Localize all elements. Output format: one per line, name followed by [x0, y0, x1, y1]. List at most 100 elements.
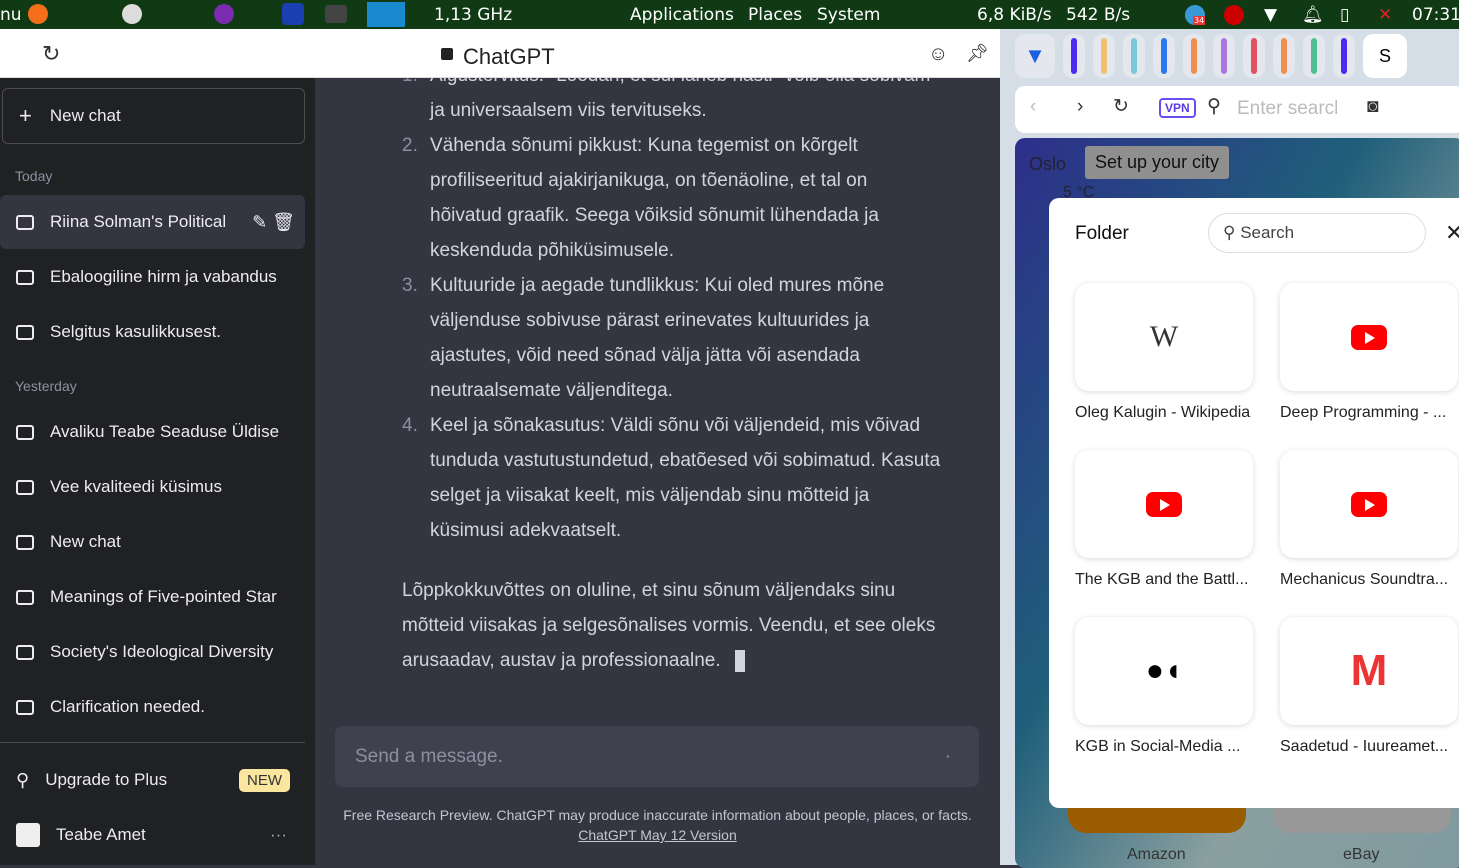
chat-item[interactable]: Ebaloogiline hirm ja vabandus — [0, 250, 305, 304]
version-link[interactable]: ChatGPT May 12 Version — [578, 827, 736, 843]
divider — [0, 742, 305, 743]
chat-item-label: Riina Solman's Political — [50, 212, 227, 231]
browser-tab[interactable] — [1093, 34, 1115, 78]
menu-label[interactable]: nu — [0, 5, 22, 25]
window-title: ChatGPT — [463, 44, 555, 69]
firefox-icon[interactable] — [28, 4, 48, 24]
browser-tab[interactable] — [1063, 34, 1085, 78]
user-menu[interactable]: Teabe Amet ··· — [0, 808, 305, 862]
address-input[interactable]: Enter search — [1237, 98, 1337, 120]
new-chat-button[interactable]: + New chat — [2, 88, 305, 144]
folder-search[interactable]: ⚲ Search — [1208, 213, 1426, 253]
chat-bubble-icon — [16, 324, 34, 340]
lock-icon — [441, 48, 453, 60]
chat-item[interactable]: Clarification needed. — [0, 680, 305, 734]
chat-item-label: Clarification needed. — [50, 697, 205, 716]
upgrade-button[interactable]: ⚲ Upgrade to Plus NEW — [0, 753, 305, 807]
avatar — [16, 823, 40, 847]
browser-tab[interactable] — [1243, 34, 1265, 78]
mute-icon[interactable]: ✕ — [1378, 5, 1392, 25]
speed-dial-tile[interactable] — [1280, 450, 1458, 558]
city-tooltip: Set up your city — [1085, 146, 1230, 179]
browser-tab[interactable] — [1303, 34, 1325, 78]
chat-item[interactable]: Avaliku Teabe Seaduse Üldise — [0, 405, 305, 459]
speed-dial-tile[interactable]: ●◖ — [1075, 617, 1253, 725]
message-line: väljenduse sobivuse pärast erinevates ku… — [430, 310, 870, 331]
send-icon[interactable]: · — [945, 746, 951, 768]
system-menu[interactable]: System — [817, 5, 880, 25]
search-placeholder: Search — [1240, 223, 1295, 242]
camera-icon[interactable]: ◙ — [1367, 96, 1378, 118]
browser-tab[interactable] — [1333, 34, 1355, 78]
places-menu[interactable]: Places — [748, 5, 802, 25]
accessibility-icon[interactable] — [122, 4, 142, 24]
section-yesterday: Yesterday — [15, 378, 77, 394]
forward-icon[interactable]: › — [1077, 96, 1083, 118]
chat-item[interactable]: Selgitus kasulikkusest. — [0, 305, 305, 359]
record-icon[interactable] — [1224, 5, 1244, 25]
chat-bubble-icon — [16, 589, 34, 605]
tile-label: Saadetud - Iuureamet... — [1280, 738, 1449, 755]
chat-item[interactable]: New chat — [0, 515, 305, 569]
footer-text: Free Research Preview. ChatGPT may produ… — [343, 807, 972, 823]
browser-tab[interactable] — [1153, 34, 1175, 78]
chat-item[interactable]: Society's Ideological Diversity — [0, 625, 305, 679]
tor-icon[interactable] — [214, 4, 234, 24]
clock[interactable]: 07:31 — [1412, 5, 1459, 25]
user-icon: ⚲ — [16, 769, 30, 790]
applications-menu[interactable]: Applications — [630, 5, 734, 25]
search-icon: ⚲ — [1223, 223, 1236, 242]
section-today: Today — [15, 168, 53, 184]
message-line: keskenduda põhiküsimusele. — [430, 240, 674, 261]
chat-bubble-icon — [16, 269, 34, 285]
reload-icon[interactable]: ↻ — [1113, 95, 1129, 118]
emoji-icon[interactable]: ☺ — [928, 43, 948, 66]
browser-tab[interactable] — [1213, 34, 1235, 78]
bell-icon[interactable]: 🔔︎ — [1302, 5, 1324, 25]
chat-item[interactable]: Riina Solman's Political ✎ 🗑︎ — [0, 195, 305, 249]
browser-tab[interactable] — [1183, 34, 1205, 78]
medium-icon: ●◖ — [1145, 654, 1183, 687]
tile-label: KGB in Social-Media ... — [1075, 738, 1241, 755]
download-speed: 6,8 KiB/s — [977, 4, 1052, 25]
terminal-icon[interactable] — [325, 5, 347, 23]
chat-item-label: New chat — [50, 532, 121, 551]
active-tab[interactable]: S — [1363, 34, 1407, 78]
browser-tab[interactable] — [1123, 34, 1145, 78]
battery-icon[interactable]: ▯ — [1340, 5, 1349, 25]
pin-icon[interactable]: 📌︎ — [966, 43, 989, 64]
youtube-icon — [1351, 324, 1387, 350]
more-icon[interactable]: ··· — [270, 825, 287, 845]
edit-icon[interactable]: ✎ 🗑︎ — [252, 212, 295, 233]
message-line: mõtteid viisakas ja selgesõnalises vormi… — [402, 615, 936, 636]
back-icon[interactable]: ‹ — [1030, 96, 1036, 118]
list-number: 1. — [402, 78, 418, 87]
speed-dial-tile[interactable] — [1075, 450, 1253, 558]
sidebar: + New chat Today Riina Solman's Political… — [0, 78, 315, 865]
cpu-graph-icon — [367, 2, 405, 27]
footer-note: Free Research Preview. ChatGPT may produ… — [335, 805, 980, 845]
tile-label: Mechanicus Soundtra... — [1280, 571, 1449, 588]
chat-item[interactable]: Vee kvaliteedi küsimus — [0, 460, 305, 514]
browser-tab[interactable] — [1273, 34, 1295, 78]
tab-favicon[interactable]: ▼ — [1015, 34, 1055, 78]
chat-item-label: Vee kvaliteedi küsimus — [50, 477, 222, 496]
opera-icon[interactable] — [282, 3, 304, 25]
speed-dial-tile[interactable]: W — [1075, 283, 1253, 391]
speed-dial-tile[interactable] — [1280, 283, 1458, 391]
list-number: 3. — [402, 275, 418, 296]
close-icon[interactable]: ✕ — [1445, 220, 1459, 246]
wifi-icon[interactable]: ▼ — [1264, 5, 1277, 25]
reload-icon[interactable]: ↻ — [42, 41, 60, 67]
vpn-button[interactable]: VPN — [1159, 98, 1196, 118]
message-line: hõivatud graafik. Seega võiksid sõnumit … — [430, 205, 879, 226]
chat-main: 1. Algustervitus: "Loodan, et sul läheb h… — [315, 78, 1000, 865]
chat-item-label: Avaliku Teabe Seaduse Üldise — [50, 422, 280, 441]
tile-label: The KGB and the Battl... — [1075, 571, 1249, 588]
folder-popup: Folder ⚲ Search ✕ W Oleg Kalugin - Wikipe… — [1049, 198, 1459, 808]
chat-item[interactable]: Meanings of Five-pointed Star — [0, 570, 305, 624]
message-line: neutraalsemate väljenditega. — [430, 380, 673, 401]
weather-city[interactable]: Oslo — [1029, 154, 1066, 175]
message-input[interactable]: Send a message. · — [335, 726, 979, 787]
speed-dial-tile[interactable]: M — [1280, 617, 1458, 725]
